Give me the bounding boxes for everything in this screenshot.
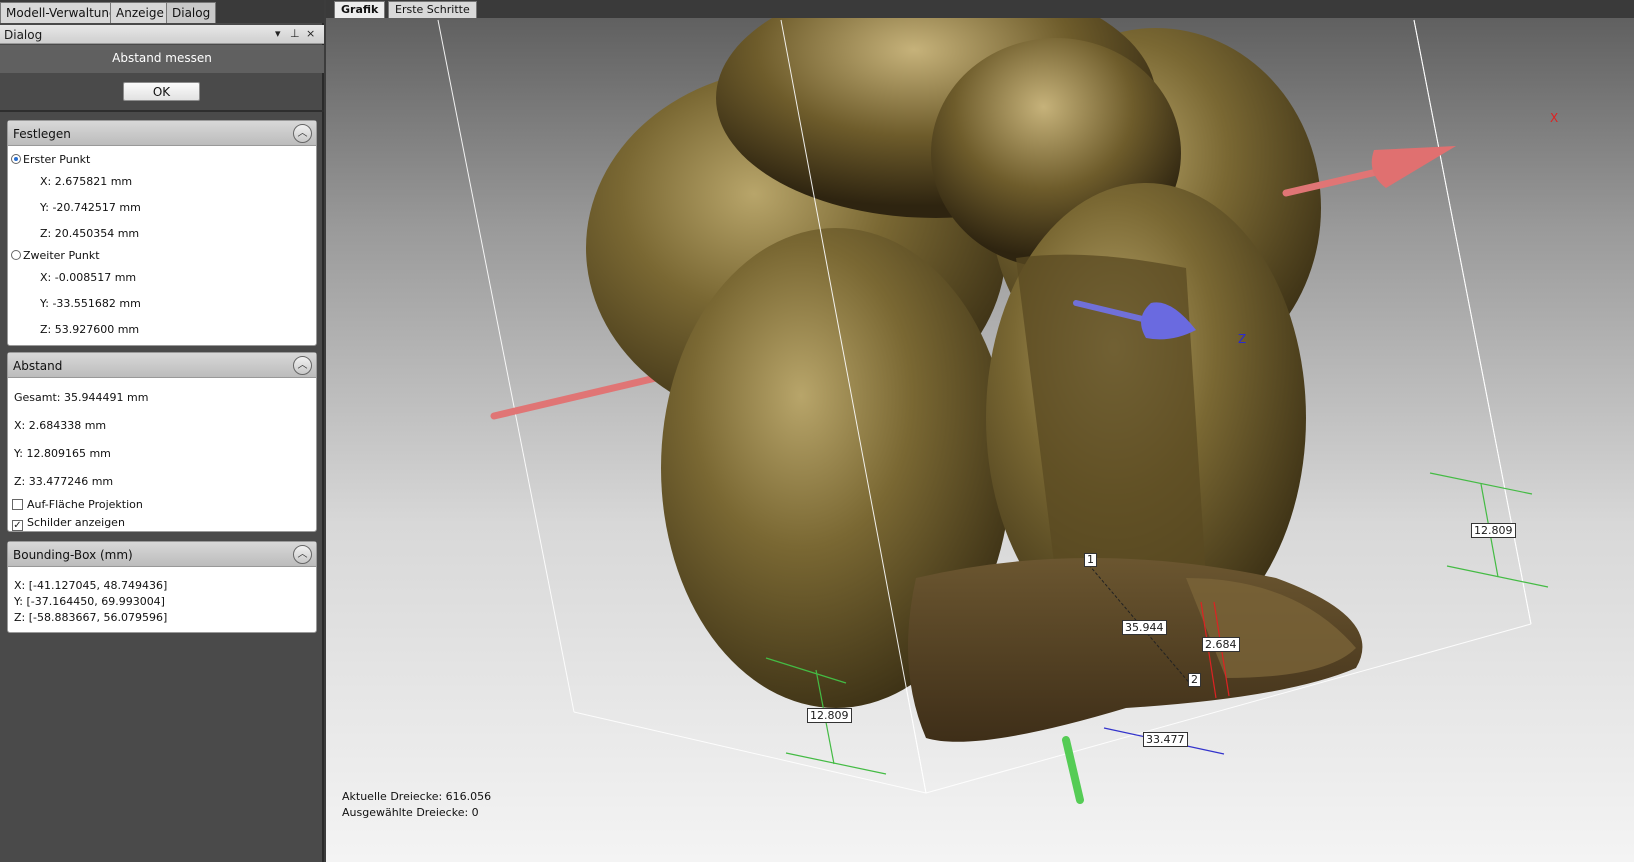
total-distance-label: 35.944 bbox=[1122, 620, 1167, 635]
status-current-triangles: Aktuelle Dreiecke: 616.056 bbox=[342, 790, 492, 803]
collapse-icon[interactable]: ︿ bbox=[293, 545, 312, 564]
labels-checkbox[interactable]: ✓ Schilder anzeigen bbox=[12, 516, 125, 531]
pin-icon[interactable]: ⊥ bbox=[290, 27, 300, 40]
left-tabbar: Modell-Verwaltung Anzeige Dialog bbox=[0, 0, 324, 23]
bbox-x: X: [-41.127045, 48.749436] bbox=[14, 579, 168, 592]
bbox-y: Y: [-37.164450, 69.993004] bbox=[14, 595, 165, 608]
point-marker-2[interactable]: 2 bbox=[1188, 673, 1201, 687]
festlegen-group: Festlegen ︿ Erster Punkt X: 2.675821 mm … bbox=[7, 120, 317, 346]
y-distance-label-left: 12.809 bbox=[807, 708, 852, 723]
first-point-y: Y: -20.742517 mm bbox=[40, 201, 141, 214]
bbox-group: Bounding-Box (mm) ︿ X: [-41.127045, 48.7… bbox=[7, 541, 317, 633]
dialog-header-title: Dialog bbox=[4, 28, 43, 42]
collapse-icon[interactable]: ︿ bbox=[293, 124, 312, 143]
first-point-label: Erster Punkt bbox=[23, 153, 91, 166]
abstand-header[interactable]: Abstand ︿ bbox=[8, 353, 316, 378]
radio-icon[interactable] bbox=[11, 250, 21, 260]
x-distance-label: 2.684 bbox=[1202, 637, 1240, 652]
ok-button[interactable]: OK bbox=[123, 82, 200, 101]
bbox-header[interactable]: Bounding-Box (mm) ︿ bbox=[8, 542, 316, 567]
tab-grafik[interactable]: Grafik bbox=[334, 1, 386, 18]
festlegen-title: Festlegen bbox=[13, 127, 71, 141]
menu-dropdown-icon[interactable]: ▾ bbox=[275, 27, 281, 40]
right-tabbar: Grafik Erste Schritte bbox=[326, 0, 1634, 18]
first-point-z: Z: 20.450354 mm bbox=[40, 227, 140, 240]
tab-erste-schritte[interactable]: Erste Schritte bbox=[388, 1, 477, 18]
first-point-radio[interactable]: Erster Punkt bbox=[11, 153, 90, 166]
second-point-label: Zweiter Punkt bbox=[23, 249, 100, 262]
collapse-icon[interactable]: ︿ bbox=[293, 356, 312, 375]
second-point-z: Z: 53.927600 mm bbox=[40, 323, 140, 336]
bronze-figure bbox=[586, 18, 1363, 742]
close-icon[interactable]: × bbox=[306, 27, 315, 40]
bbox-z: Z: [-58.883667, 56.079596] bbox=[14, 611, 168, 624]
abstand-gesamt: Gesamt: 35.944491 mm bbox=[14, 391, 149, 404]
y-axis-shaft bbox=[1062, 736, 1084, 804]
second-point-x: X: -0.008517 mm bbox=[40, 271, 137, 284]
second-point-y: Y: -33.551682 mm bbox=[40, 297, 141, 310]
checkbox-icon[interactable] bbox=[12, 499, 23, 510]
dialog-title: Abstand messen bbox=[0, 45, 324, 73]
y-distance-label-right: 12.809 bbox=[1471, 523, 1516, 538]
projection-checkbox[interactable]: Auf-Fläche Projektion bbox=[12, 498, 143, 511]
radio-icon[interactable] bbox=[11, 154, 21, 164]
dialog-header: Dialog ▾ ⊥ × bbox=[0, 25, 324, 44]
checkbox-checked-icon[interactable]: ✓ bbox=[12, 520, 23, 531]
left-panel: Modell-Verwaltung Anzeige Dialog Dialog … bbox=[0, 0, 324, 862]
abstand-group: Abstand ︿ Gesamt: 35.944491 mm X: 2.6843… bbox=[7, 352, 317, 532]
x-axis-arrow bbox=[1371, 146, 1456, 188]
bbox-title: Bounding-Box (mm) bbox=[13, 548, 133, 562]
abstand-x: X: 2.684338 mm bbox=[14, 419, 107, 432]
first-point-x: X: 2.675821 mm bbox=[40, 175, 133, 188]
abstand-y: Y: 12.809165 mm bbox=[14, 447, 111, 460]
divider bbox=[0, 110, 324, 112]
labels-label: Schilder anzeigen bbox=[27, 516, 125, 529]
abstand-z: Z: 33.477246 mm bbox=[14, 475, 114, 488]
abstand-title: Abstand bbox=[13, 359, 63, 373]
projection-label: Auf-Fläche Projektion bbox=[27, 498, 143, 511]
scene-svg: X Z bbox=[437, 18, 1558, 804]
3d-viewport[interactable]: X Z 1 2 35.944 2.684 12.809 12.809 33.47… bbox=[326, 18, 1634, 862]
tab-anzeige[interactable]: Anzeige bbox=[110, 2, 170, 23]
graphics-area: Grafik Erste Schritte X Z 1 2 35.944 2.6… bbox=[326, 0, 1634, 862]
tab-modell-verwaltung[interactable]: Modell-Verwaltung bbox=[0, 2, 123, 23]
second-point-radio[interactable]: Zweiter Punkt bbox=[11, 249, 100, 262]
festlegen-header[interactable]: Festlegen ︿ bbox=[8, 121, 316, 146]
status-selected-triangles: Ausgewählte Dreiecke: 0 bbox=[342, 806, 479, 819]
z-distance-label: 33.477 bbox=[1143, 732, 1188, 747]
x-axis-label: X bbox=[1550, 111, 1558, 125]
point-marker-1[interactable]: 1 bbox=[1084, 553, 1097, 567]
z-axis-label: Z bbox=[1238, 332, 1246, 346]
tab-dialog[interactable]: Dialog bbox=[166, 2, 217, 23]
